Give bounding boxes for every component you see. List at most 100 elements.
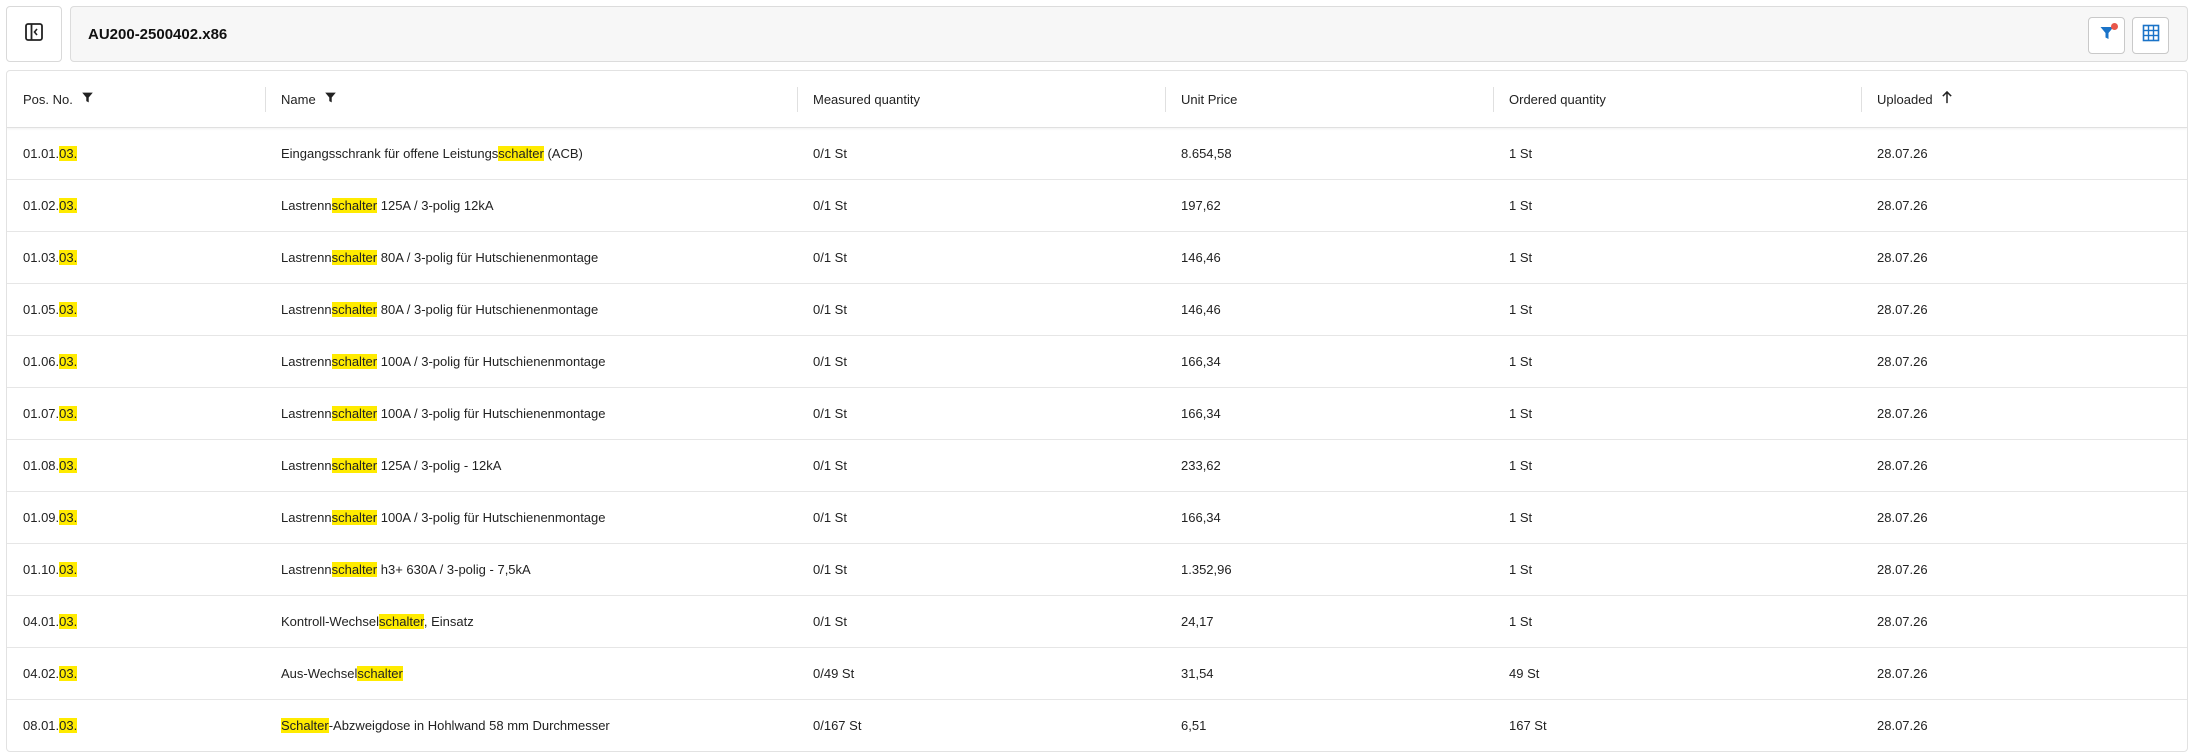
table-row[interactable]: 01.08.03. Lastrennschalter 125A / 3-polig…: [7, 440, 2187, 492]
column-header-uploaded[interactable]: Uploaded: [1861, 71, 1953, 128]
cell-name-text: 100A / 3-polig für Hutschienenmontage: [377, 510, 606, 525]
cell-pos-no: 01.02.03.: [23, 180, 78, 232]
cell-name-text: (ACB): [543, 146, 583, 161]
cell-name-text: -Abzweigdose in Hohlwand 58 mm Durchmess…: [328, 718, 610, 733]
cell-name-text: Kontroll-Wechsel: [281, 614, 380, 629]
cell-uploaded: 28.07.26: [1877, 250, 1928, 265]
cell-name-text: 125A / 3-polig 12kA: [377, 198, 494, 213]
cell-ordered-quantity: 49 St: [1509, 666, 1540, 681]
table-row[interactable]: 01.05.03. Lastrennschalter 80A / 3-polig …: [7, 284, 2187, 336]
table-body: 01.01.03. Eingangsschrank für offene Leis…: [7, 128, 2187, 751]
table-view-button[interactable]: [2132, 17, 2169, 54]
table-row[interactable]: 01.07.03. Lastrennschalter 100A / 3-polig…: [7, 388, 2187, 440]
cell-name-text: 125A / 3-polig - 12kA: [377, 458, 502, 473]
column-header-unit-price[interactable]: Unit Price: [1165, 71, 1237, 128]
cell-unit-price: 146,46: [1181, 302, 1221, 317]
filter-icon[interactable]: [73, 71, 94, 128]
cell-unit-price: 197,62: [1181, 198, 1221, 213]
cell-name-text: Lastrenn: [281, 250, 332, 265]
cell-uploaded: 28.07.26: [1877, 354, 1928, 369]
table-row[interactable]: 01.06.03. Lastrennschalter 100A / 3-polig…: [7, 336, 2187, 388]
arrow-up-icon[interactable]: [1933, 71, 1953, 128]
column-header-name[interactable]: Name: [265, 71, 337, 128]
cell-uploaded: 28.07.26: [1877, 510, 1928, 525]
cell-name-text: Aus-Wechsel: [281, 666, 358, 681]
cell-pos-no-text: 08.01.: [23, 718, 60, 733]
cell-uploaded: 28.07.26: [1877, 718, 1928, 733]
cell-pos-no: 01.07.03.: [23, 388, 78, 440]
cell-uploaded: 28.07.26: [1877, 562, 1928, 577]
cell-measured-quantity: 0/1 St: [813, 302, 847, 317]
cell-name-text: Lastrenn: [281, 198, 332, 213]
sidebar-toggle-button[interactable]: [6, 6, 62, 62]
search-highlight: 03.: [59, 406, 78, 421]
cell-pos-no: 01.08.03.: [23, 440, 78, 492]
search-highlight: schalter: [331, 562, 378, 577]
cell-unit-price: 166,34: [1181, 354, 1221, 369]
table-row[interactable]: 01.03.03. Lastrennschalter 80A / 3-polig …: [7, 232, 2187, 284]
cell-pos-no-text: 04.02.: [23, 666, 60, 681]
table-row[interactable]: 04.02.03. Aus-Wechselschalter 0/49 St 31,54…: [7, 648, 2187, 700]
search-highlight: schalter: [331, 198, 378, 213]
cell-pos-no-text: 01.03.: [23, 250, 60, 265]
cell-name-text: Lastrenn: [281, 354, 332, 369]
cell-pos-no-text: 04.01.: [23, 614, 60, 629]
cell-measured-quantity: 0/1 St: [813, 354, 847, 369]
cell-pos-no: 01.09.03.: [23, 492, 78, 544]
cell-measured-quantity: 0/1 St: [813, 146, 847, 161]
search-highlight: 03.: [59, 354, 78, 369]
cell-name-text: Lastrenn: [281, 562, 332, 577]
table-row[interactable]: 01.01.03. Eingangsschrank für offene Leis…: [7, 128, 2187, 180]
search-highlight: schalter: [331, 302, 378, 317]
cell-ordered-quantity: 1 St: [1509, 198, 1533, 213]
cell-unit-price: 31,54: [1181, 666, 1214, 681]
column-header-measured-quantity[interactable]: Measured quantity: [797, 71, 920, 128]
table-row[interactable]: 08.01.03. Schalter-Abzweigdose in Hohlwan…: [7, 700, 2187, 751]
cell-measured-quantity: 0/1 St: [813, 406, 847, 421]
column-header-ordered-quantity[interactable]: Ordered quantity: [1493, 71, 1606, 128]
search-highlight: schalter: [379, 614, 424, 629]
cell-name: Kontroll-Wechselschalter, Einsatz: [281, 596, 474, 648]
table-row[interactable]: 04.01.03. Kontroll-Wechselschalter, Einsa…: [7, 596, 2187, 648]
cell-name: Aus-Wechselschalter: [281, 648, 403, 700]
cell-pos-no-text: 01.07.: [23, 406, 60, 421]
search-highlight: 03.: [59, 562, 78, 577]
cell-name: Lastrennschalter 100A / 3-polig für Huts…: [281, 388, 606, 440]
cell-measured-quantity: 0/1 St: [813, 510, 847, 525]
cell-uploaded: 28.07.26: [1877, 146, 1928, 161]
cell-ordered-quantity: 1 St: [1509, 146, 1533, 161]
cell-measured-quantity: 0/1 St: [813, 562, 847, 577]
cell-pos-no: 01.01.03.: [23, 128, 78, 180]
cell-ordered-quantity: 1 St: [1509, 458, 1533, 473]
cell-measured-quantity: 0/1 St: [813, 250, 847, 265]
filter-icon[interactable]: [316, 71, 337, 128]
cell-unit-price: 6,51: [1181, 718, 1207, 733]
search-highlight: Schalter: [281, 718, 329, 733]
cell-measured-quantity: 0/1 St: [813, 458, 847, 473]
cell-measured-quantity: 0/167 St: [813, 718, 862, 733]
column-divider: [265, 87, 266, 112]
filter-button[interactable]: [2088, 17, 2125, 54]
table-row[interactable]: 01.02.03. Lastrennschalter 125A / 3-polig…: [7, 180, 2187, 232]
column-header-pos-no[interactable]: Pos. No.: [23, 71, 94, 128]
cell-name: Lastrennschalter 80A / 3-polig für Hutsc…: [281, 284, 598, 336]
cell-measured-quantity: 0/1 St: [813, 614, 847, 629]
column-divider: [797, 87, 798, 112]
cell-pos-no-text: 01.08.: [23, 458, 60, 473]
cell-name-text: , Einsatz: [423, 614, 474, 629]
page-title: AU200-2500402.x86: [88, 26, 228, 43]
cell-name-text: Lastrenn: [281, 406, 332, 421]
cell-uploaded: 28.07.26: [1877, 666, 1928, 681]
cell-ordered-quantity: 1 St: [1509, 510, 1533, 525]
cell-name: Lastrennschalter 125A / 3-polig 12kA: [281, 180, 493, 232]
cell-uploaded: 28.07.26: [1877, 198, 1928, 213]
cell-name-text: Eingangsschrank für offene Leistungs: [281, 146, 499, 161]
cell-name: Eingangsschrank für offene Leistungsscha…: [281, 128, 583, 180]
cell-name-text: Lastrenn: [281, 458, 332, 473]
table-row[interactable]: 01.09.03. Lastrennschalter 100A / 3-polig…: [7, 492, 2187, 544]
table-row[interactable]: 01.10.03. Lastrennschalter h3+ 630A / 3-p…: [7, 544, 2187, 596]
search-highlight: 03.: [59, 198, 78, 213]
cell-measured-quantity: 0/49 St: [813, 666, 855, 681]
cell-ordered-quantity: 1 St: [1509, 406, 1533, 421]
positions-table: Pos. No. Name Measured quantity Unit Pri…: [6, 70, 2188, 752]
